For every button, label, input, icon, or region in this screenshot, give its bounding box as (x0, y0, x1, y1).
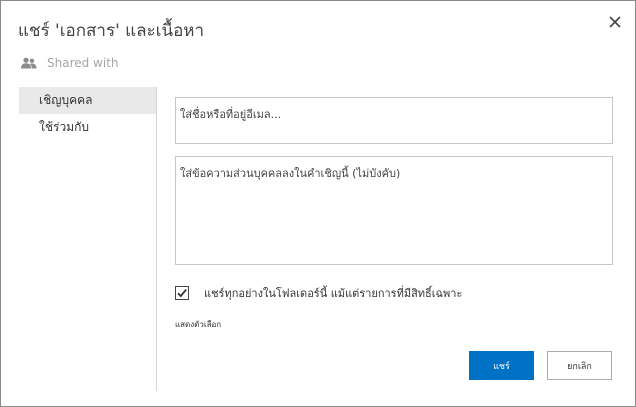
dialog-title: แชร์ 'เอกสาร' และเนื้อหา (18, 21, 205, 41)
sidebar-item-invite-people[interactable]: เชิญบุคคล (19, 87, 156, 114)
sidebar-item-shared-with[interactable]: ใช้ร่วมกับ (19, 114, 156, 141)
shared-with-link[interactable]: Shared with (21, 56, 119, 70)
share-everything-option: แชร์ทุกอย่างในโฟลเดอร์นี้ แม้แต่รายการที… (175, 284, 462, 302)
shared-with-label: Shared with (47, 56, 119, 70)
cancel-button[interactable]: ยกเลิก (547, 351, 612, 380)
share-everything-checkbox[interactable] (175, 286, 189, 300)
close-button[interactable] (604, 12, 626, 34)
sidebar-divider (156, 87, 157, 391)
personal-message-input[interactable] (175, 156, 613, 265)
sidebar: เชิญบุคคล ใช้ร่วมกับ (19, 87, 156, 141)
checkmark-icon (177, 289, 187, 298)
share-dialog: แชร์ 'เอกสาร' และเนื้อหา Shared with เชิ… (0, 0, 636, 407)
share-button[interactable]: แชร์ (469, 351, 534, 380)
people-icon (21, 57, 37, 69)
invite-people-input[interactable] (175, 97, 613, 144)
close-icon (609, 16, 621, 28)
share-everything-label: แชร์ทุกอย่างในโฟลเดอร์นี้ แม้แต่รายการที… (204, 287, 463, 300)
show-options-link[interactable]: แสดงตัวเลือก (175, 318, 221, 331)
